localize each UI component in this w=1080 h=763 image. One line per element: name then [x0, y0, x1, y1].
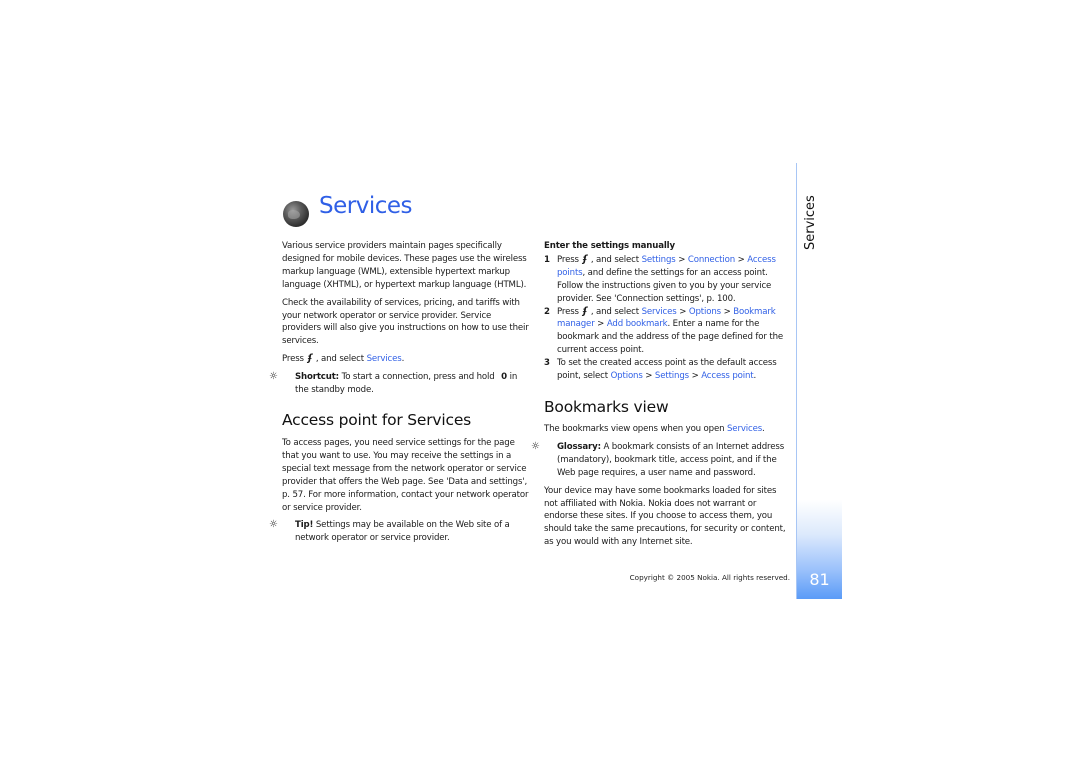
- press-instruction: Press ʄ, and select Services.: [282, 353, 405, 365]
- bookmarks-section: The bookmarks view opens when you open S…: [531, 423, 790, 554]
- connection-link[interactable]: Connection: [688, 255, 735, 265]
- access-point-paragraph: To access pages, you need service settin…: [282, 438, 529, 513]
- tip-icon: ☼: [269, 519, 278, 531]
- menu-key-icon: ʄ: [307, 353, 312, 365]
- options-link[interactable]: Options: [689, 307, 721, 317]
- intro-paragraph-2: Check the availability of services, pric…: [282, 297, 529, 347]
- manual-settings-heading: Enter the settings manually: [544, 241, 675, 251]
- services-globe-icon: [283, 201, 309, 227]
- intro-paragraph-1: Various service providers maintain pages…: [282, 241, 527, 290]
- settings-link[interactable]: Settings: [642, 255, 676, 265]
- tip-icon: ☼: [531, 440, 540, 452]
- access-point-section: To access pages, you need service settin…: [269, 437, 530, 550]
- access-point-heading: Access point for Services: [282, 411, 472, 429]
- menu-key-icon: ʄ: [582, 305, 587, 317]
- glossary-note: ☼ Glossary: A bookmark consists of an Int…: [531, 440, 785, 478]
- right-column: Enter the settings manually 1 Press ʄ, an…: [544, 240, 788, 383]
- add-bookmark-link[interactable]: Add bookmark: [607, 319, 668, 329]
- tip-note: ☼ Tip! Settings may be available on the W…: [269, 519, 510, 544]
- step-item: 3 To set the created access point as the…: [544, 358, 777, 382]
- bookmarks-paragraph-1: The bookmarks view opens when you open S…: [544, 424, 765, 434]
- settings-link[interactable]: Settings: [655, 371, 689, 381]
- options-link[interactable]: Options: [611, 371, 643, 381]
- zero-key-icon: 0: [501, 372, 508, 383]
- tip-icon: ☼: [269, 371, 278, 383]
- left-column: Various service providers maintain pages…: [269, 240, 530, 402]
- services-link[interactable]: Services: [367, 354, 402, 364]
- services-link[interactable]: Services: [727, 424, 762, 434]
- bookmarks-paragraph-2: Your device may have some bookmarks load…: [544, 485, 786, 548]
- access-point-link[interactable]: Access point: [701, 371, 753, 381]
- step-item: 2 Press ʄ, and select Services > Options …: [544, 305, 784, 356]
- services-link[interactable]: Services: [642, 307, 677, 317]
- menu-key-icon: ʄ: [582, 253, 587, 265]
- section-tab-label: Services: [803, 195, 818, 250]
- copyright-notice: Copyright © 2005 Nokia. All rights reser…: [629, 573, 790, 582]
- shortcut-tip: ☼ Shortcut: To start a connection, press …: [269, 371, 518, 396]
- page-title: Services: [319, 193, 413, 219]
- page-number: 81: [809, 570, 830, 589]
- steps-list: 1 Press ʄ, and select Settings > Connecti…: [544, 254, 788, 383]
- bookmarks-view-heading: Bookmarks view: [544, 398, 669, 416]
- step-item: 1 Press ʄ, and select Settings > Connecti…: [544, 253, 776, 304]
